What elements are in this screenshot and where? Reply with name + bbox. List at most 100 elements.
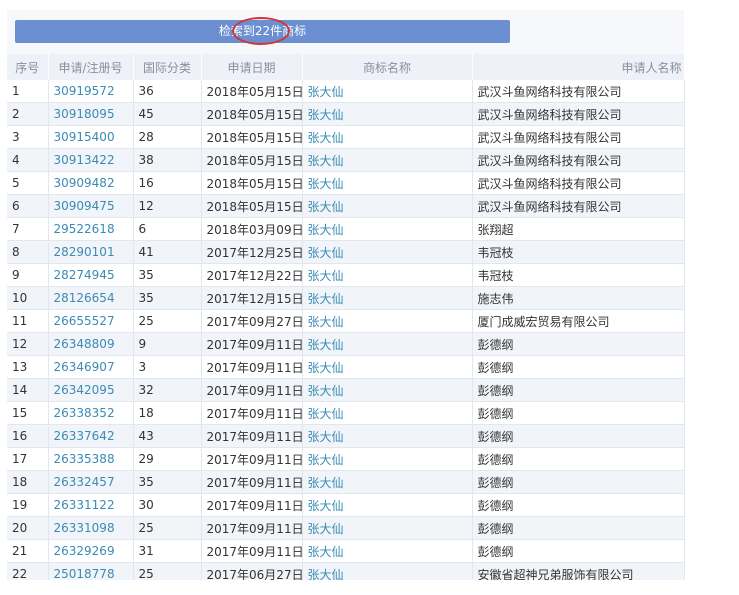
trademark-name-link[interactable]: 张大仙 bbox=[302, 332, 473, 356]
date-cell: 2018年05月15日 bbox=[201, 125, 303, 149]
date-cell: 2017年09月11日 bbox=[201, 470, 303, 494]
reg-number-link[interactable]: 30909475 bbox=[48, 194, 134, 218]
trademark-name-link[interactable]: 张大仙 bbox=[302, 309, 473, 333]
trademark-name-link[interactable]: 张大仙 bbox=[302, 516, 473, 540]
class-cell: 25 bbox=[133, 309, 202, 333]
date-cell: 2017年12月15日 bbox=[201, 286, 303, 310]
row-index: 4 bbox=[7, 148, 49, 172]
row-index: 11 bbox=[7, 309, 49, 333]
class-cell: 31 bbox=[133, 539, 202, 563]
table-header-row: 序号 申请/注册号 国际分类 申请日期 商标名称 申请人名称 bbox=[7, 54, 685, 80]
reg-number-link[interactable]: 26346907 bbox=[48, 355, 134, 379]
trademark-results-table: 序号 申请/注册号 国际分类 申请日期 商标名称 申请人名称 1 30919572… bbox=[7, 54, 685, 586]
class-cell: 12 bbox=[133, 194, 202, 218]
trademark-name-link[interactable]: 张大仙 bbox=[302, 263, 473, 287]
reg-number-link[interactable]: 26338352 bbox=[48, 401, 134, 425]
trademark-name-link[interactable]: 张大仙 bbox=[302, 102, 473, 126]
table-row: 13 26346907 3 2017年09月11日 张大仙 彭德纲 bbox=[7, 355, 685, 379]
row-index: 6 bbox=[7, 194, 49, 218]
reg-number-link[interactable]: 26331098 bbox=[48, 516, 134, 540]
table-row: 10 28126654 35 2017年12月15日 张大仙 施志伟 bbox=[7, 286, 685, 310]
trademark-name-link[interactable]: 张大仙 bbox=[302, 80, 473, 103]
class-cell: 18 bbox=[133, 401, 202, 425]
trademark-name-link[interactable]: 张大仙 bbox=[302, 493, 473, 517]
trademark-name-link[interactable]: 张大仙 bbox=[302, 148, 473, 172]
reg-number-link[interactable]: 30913422 bbox=[48, 148, 134, 172]
applicant-cell: 彭德纲 bbox=[472, 447, 685, 471]
reg-number-link[interactable]: 26335388 bbox=[48, 447, 134, 471]
row-index: 15 bbox=[7, 401, 49, 425]
trademark-name-link[interactable]: 张大仙 bbox=[302, 194, 473, 218]
row-index: 21 bbox=[7, 539, 49, 563]
applicant-cell: 武汉斗鱼网络科技有限公司 bbox=[472, 148, 685, 172]
reg-number-link[interactable]: 28126654 bbox=[48, 286, 134, 310]
header-applicant: 申请人名称 bbox=[472, 54, 685, 80]
reg-number-link[interactable]: 26655527 bbox=[48, 309, 134, 333]
trademark-name-link[interactable]: 张大仙 bbox=[302, 355, 473, 379]
class-cell: 32 bbox=[133, 378, 202, 402]
trademark-name-link[interactable]: 张大仙 bbox=[302, 125, 473, 149]
date-cell: 2018年05月15日 bbox=[201, 171, 303, 195]
row-index: 10 bbox=[7, 286, 49, 310]
table-row: 11 26655527 25 2017年09月27日 张大仙 厦门成威宏贸易有限公司 bbox=[7, 309, 685, 333]
class-cell: 45 bbox=[133, 102, 202, 126]
applicant-cell: 厦门成威宏贸易有限公司 bbox=[472, 309, 685, 333]
table-row: 20 26331098 25 2017年09月11日 张大仙 彭德纲 bbox=[7, 516, 685, 540]
reg-number-link[interactable]: 26342095 bbox=[48, 378, 134, 402]
table-row: 5 30909482 16 2018年05月15日 张大仙 武汉斗鱼网络科技有限公司 bbox=[7, 171, 685, 195]
class-cell: 43 bbox=[133, 424, 202, 448]
date-cell: 2017年09月11日 bbox=[201, 332, 303, 356]
trademark-name-link[interactable]: 张大仙 bbox=[302, 447, 473, 471]
row-index: 20 bbox=[7, 516, 49, 540]
table-row: 16 26337642 43 2017年09月11日 张大仙 彭德纲 bbox=[7, 424, 685, 448]
date-cell: 2018年05月15日 bbox=[201, 80, 303, 103]
table-row: 14 26342095 32 2017年09月11日 张大仙 彭德纲 bbox=[7, 378, 685, 402]
row-index: 13 bbox=[7, 355, 49, 379]
table-row: 2 30918095 45 2018年05月15日 张大仙 武汉斗鱼网络科技有限公司 bbox=[7, 102, 685, 126]
class-cell: 36 bbox=[133, 80, 202, 103]
class-cell: 16 bbox=[133, 171, 202, 195]
reg-number-link[interactable]: 30909482 bbox=[48, 171, 134, 195]
class-cell: 35 bbox=[133, 263, 202, 287]
applicant-cell: 彭德纲 bbox=[472, 493, 685, 517]
trademark-name-link[interactable]: 张大仙 bbox=[302, 424, 473, 448]
trademark-name-link[interactable]: 张大仙 bbox=[302, 171, 473, 195]
reg-number-link[interactable]: 26337642 bbox=[48, 424, 134, 448]
row-index: 1 bbox=[7, 80, 49, 103]
reg-number-link[interactable]: 26331122 bbox=[48, 493, 134, 517]
class-cell: 35 bbox=[133, 286, 202, 310]
trademark-name-link[interactable]: 张大仙 bbox=[302, 286, 473, 310]
reg-number-link[interactable]: 28290101 bbox=[48, 240, 134, 264]
reg-number-link[interactable]: 30919572 bbox=[48, 80, 134, 103]
reg-number-link[interactable]: 26332457 bbox=[48, 470, 134, 494]
date-cell: 2017年09月11日 bbox=[201, 516, 303, 540]
row-index: 12 bbox=[7, 332, 49, 356]
trademark-name-link[interactable]: 张大仙 bbox=[302, 378, 473, 402]
reg-number-link[interactable]: 30918095 bbox=[48, 102, 134, 126]
reg-number-link[interactable]: 26348809 bbox=[48, 332, 134, 356]
row-index: 19 bbox=[7, 493, 49, 517]
trademark-name-link[interactable]: 张大仙 bbox=[302, 240, 473, 264]
table-row: 21 26329269 31 2017年09月11日 张大仙 彭德纲 bbox=[7, 539, 685, 563]
table-row: 12 26348809 9 2017年09月11日 张大仙 彭德纲 bbox=[7, 332, 685, 356]
row-index: 5 bbox=[7, 171, 49, 195]
class-cell: 25 bbox=[133, 516, 202, 540]
table-row: 15 26338352 18 2017年09月11日 张大仙 彭德纲 bbox=[7, 401, 685, 425]
trademark-name-link[interactable]: 张大仙 bbox=[302, 401, 473, 425]
reg-number-link[interactable]: 29522618 bbox=[48, 217, 134, 241]
trademark-name-link[interactable]: 张大仙 bbox=[302, 217, 473, 241]
date-cell: 2017年09月11日 bbox=[201, 447, 303, 471]
class-cell: 29 bbox=[133, 447, 202, 471]
row-index: 8 bbox=[7, 240, 49, 264]
trademark-name-link[interactable]: 张大仙 bbox=[302, 470, 473, 494]
applicant-cell: 彭德纲 bbox=[472, 355, 685, 379]
applicant-cell: 彭德纲 bbox=[472, 516, 685, 540]
trademark-name-link[interactable]: 张大仙 bbox=[302, 539, 473, 563]
table-row: 7 29522618 6 2018年03月09日 张大仙 张翔超 bbox=[7, 217, 685, 241]
reg-number-link[interactable]: 30915400 bbox=[48, 125, 134, 149]
date-cell: 2017年09月11日 bbox=[201, 493, 303, 517]
reg-number-link[interactable]: 26329269 bbox=[48, 539, 134, 563]
date-cell: 2018年05月15日 bbox=[201, 148, 303, 172]
row-index: 2 bbox=[7, 102, 49, 126]
reg-number-link[interactable]: 28274945 bbox=[48, 263, 134, 287]
